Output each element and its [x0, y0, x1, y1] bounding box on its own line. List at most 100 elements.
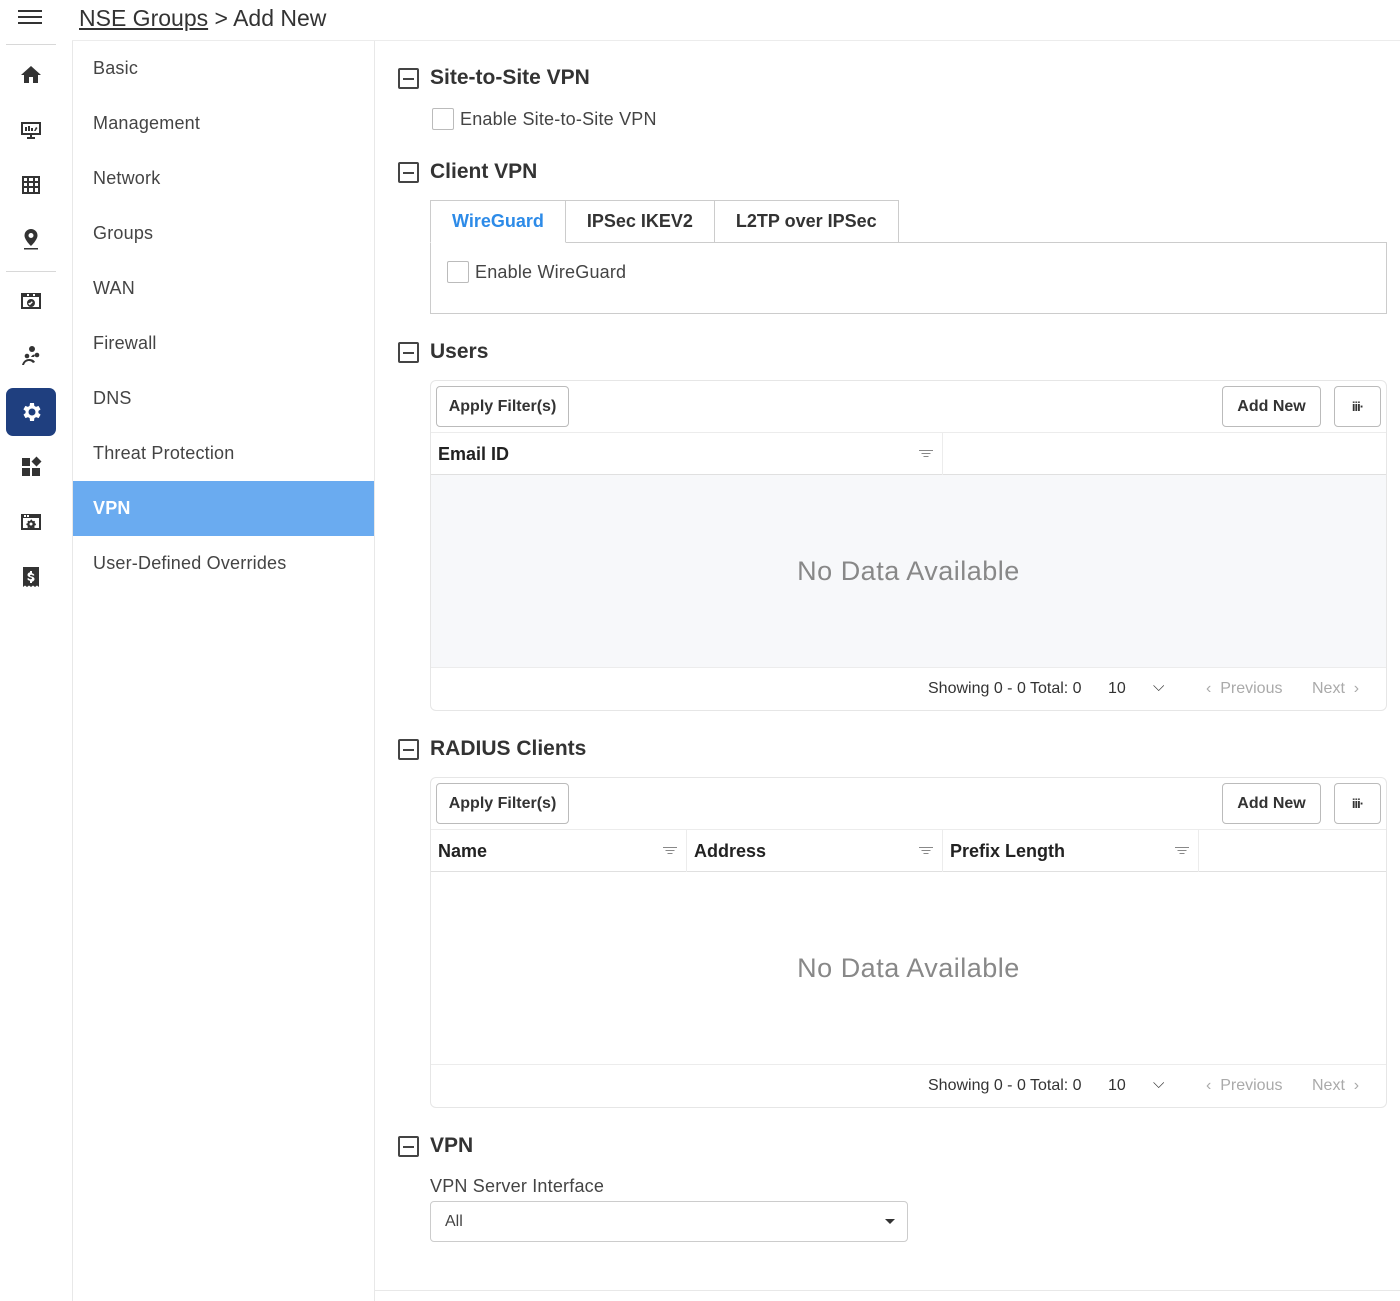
billing-icon[interactable]	[6, 553, 56, 601]
section-title: Users	[430, 340, 489, 363]
secnav-item-threat-protection[interactable]: Threat Protection	[73, 426, 374, 481]
column-header-label: Prefix Length	[950, 840, 1066, 861]
apply-filters-button[interactable]: Apply Filter(s)	[436, 783, 569, 824]
settings-window-icon[interactable]	[6, 498, 56, 546]
checkbox-box[interactable]	[447, 261, 469, 283]
home-icon[interactable]	[6, 51, 56, 99]
tab-ipsec-ikev2[interactable]: IPSec IKEV2	[565, 200, 715, 243]
widgets-icon[interactable]	[6, 443, 56, 491]
vpn-server-interface-label: VPN Server Interface	[430, 1176, 605, 1196]
table-body-empty: No Data Available	[431, 475, 1386, 668]
filter-icon[interactable]	[1174, 845, 1190, 857]
table-icon[interactable]	[6, 161, 56, 209]
collapse-icon[interactable]	[398, 738, 419, 760]
columns-icon: iii·	[1351, 796, 1364, 811]
filter-icon[interactable]	[662, 845, 678, 857]
add-new-button[interactable]: Add New	[1222, 386, 1321, 427]
previous-page-button[interactable]: ‹ Previous	[1206, 1077, 1282, 1095]
select-value: All	[445, 1212, 463, 1230]
no-data-message: No Data Available	[797, 555, 1020, 586]
previous-label: Previous	[1220, 680, 1283, 697]
secnav-item-wan[interactable]: WAN	[73, 261, 374, 316]
section-title: Client VPN	[430, 160, 538, 183]
columns-icon: iii·	[1351, 399, 1364, 414]
page-size-value[interactable]: 10	[1108, 1077, 1126, 1095]
pagination-bar: Showing 0 - 0 Total: 0 10 ⌵ ‹ Previous N…	[431, 1065, 1386, 1107]
page-size-chevron-down-icon[interactable]: ⌵	[1153, 1075, 1164, 1092]
table-header: Name Address Prefix Length	[431, 829, 1386, 872]
users-grid: Apply Filter(s) Add New iii· Email ID No…	[430, 380, 1387, 711]
radius-clients-grid: Apply Filter(s) Add New iii· Name Addres…	[430, 777, 1387, 1108]
rail-divider	[6, 271, 56, 272]
client-vpn-tab-panel: Enable WireGuard	[430, 242, 1387, 314]
page-size-chevron-down-icon[interactable]: ⌵	[1153, 678, 1164, 695]
table-body-empty: No Data Available	[431, 872, 1386, 1065]
next-page-button[interactable]: Next ›	[1312, 680, 1359, 698]
vpn-section-header[interactable]: VPN	[398, 1134, 473, 1158]
filter-icon[interactable]	[918, 845, 934, 857]
section-nav: Basic Management Network Groups WAN Fire…	[72, 41, 375, 1301]
collapse-icon[interactable]	[398, 341, 419, 363]
next-label: Next	[1312, 1077, 1345, 1094]
column-header-email-id[interactable]: Email ID	[431, 433, 943, 475]
secnav-item-vpn[interactable]: VPN	[73, 481, 374, 536]
users-network-icon[interactable]	[6, 332, 56, 380]
breadcrumb-parent-link[interactable]: NSE Groups	[79, 5, 208, 31]
previous-page-button[interactable]: ‹ Previous	[1206, 680, 1282, 698]
pagination-summary: Showing 0 - 0 Total: 0	[928, 680, 1082, 697]
no-data-message: No Data Available	[797, 952, 1020, 983]
tab-l2tp-over-ipsec[interactable]: L2TP over IPSec	[714, 200, 899, 243]
client-vpn-section-header[interactable]: Client VPN	[398, 160, 537, 184]
location-pin-icon[interactable]	[6, 215, 56, 263]
checkbox-box[interactable]	[432, 108, 454, 130]
column-header-prefix-length[interactable]: Prefix Length	[943, 830, 1199, 872]
column-header-label: Address	[694, 840, 767, 861]
caret-down-icon	[885, 1219, 895, 1224]
column-header-address[interactable]: Address	[687, 830, 943, 872]
collapse-icon[interactable]	[398, 161, 419, 183]
collapse-icon[interactable]	[398, 1135, 419, 1157]
breadcrumb-current: Add New	[233, 5, 327, 31]
add-new-button[interactable]: Add New	[1222, 783, 1321, 824]
tab-wireguard[interactable]: WireGuard	[430, 200, 566, 243]
secnav-item-network[interactable]: Network	[73, 151, 374, 206]
secnav-item-dns[interactable]: DNS	[73, 371, 374, 426]
users-section-header[interactable]: Users	[398, 340, 488, 364]
enable-wireguard-checkbox[interactable]: Enable WireGuard	[447, 261, 626, 283]
filter-icon[interactable]	[918, 448, 934, 460]
page-header: NSE Groups > Add New	[72, 0, 1400, 41]
rail-divider	[6, 44, 56, 45]
secnav-item-groups[interactable]: Groups	[73, 206, 374, 261]
column-header-name[interactable]: Name	[431, 830, 687, 872]
section-title: Site-to-Site VPN	[430, 66, 590, 89]
calendar-check-icon[interactable]	[6, 277, 56, 325]
pagination-bar: Showing 0 - 0 Total: 0 10 ⌵ ‹ Previous N…	[431, 668, 1386, 710]
monitor-icon[interactable]	[6, 106, 56, 154]
secnav-item-management[interactable]: Management	[73, 96, 374, 151]
previous-label: Previous	[1220, 1077, 1283, 1094]
pagination-summary: Showing 0 - 0 Total: 0	[928, 1077, 1082, 1094]
secnav-item-basic[interactable]: Basic	[73, 41, 374, 96]
section-title: RADIUS Clients	[430, 737, 587, 760]
next-label: Next	[1312, 680, 1345, 697]
collapse-icon[interactable]	[398, 67, 419, 89]
column-header-label: Email ID	[438, 443, 510, 464]
table-header: Email ID	[431, 432, 1386, 475]
page-size-value[interactable]: 10	[1108, 680, 1126, 698]
secnav-item-user-defined-overrides[interactable]: User-Defined Overrides	[73, 536, 374, 591]
vpn-server-interface-select[interactable]: All	[430, 1201, 908, 1242]
gear-icon[interactable]	[6, 388, 56, 436]
checkbox-label: Enable Site-to-Site VPN	[460, 108, 657, 129]
checkbox-label: Enable WireGuard	[475, 261, 627, 282]
site-to-site-section-header[interactable]: Site-to-Site VPN	[398, 66, 590, 90]
apply-filters-button[interactable]: Apply Filter(s)	[436, 386, 569, 427]
breadcrumb-separator: >	[214, 5, 228, 31]
hamburger-menu-icon[interactable]	[18, 7, 42, 25]
columns-menu-button[interactable]: iii·	[1334, 783, 1381, 824]
columns-menu-button[interactable]: iii·	[1334, 386, 1381, 427]
radius-clients-section-header[interactable]: RADIUS Clients	[398, 737, 586, 761]
next-page-button[interactable]: Next ›	[1312, 1077, 1359, 1095]
column-header-label: Name	[438, 840, 488, 861]
secnav-item-firewall[interactable]: Firewall	[73, 316, 374, 371]
enable-site-to-site-checkbox[interactable]: Enable Site-to-Site VPN	[432, 108, 657, 130]
